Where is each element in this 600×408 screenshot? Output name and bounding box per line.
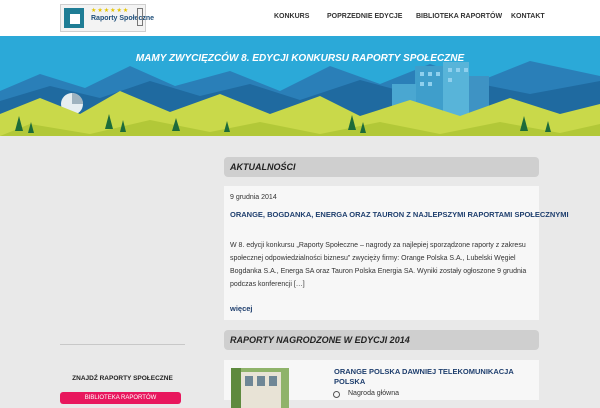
news-title-link[interactable]: ORANGE, BOGDANKA, ENERGA ORAZ TAURON Z N… [230, 210, 569, 219]
award-photo[interactable] [231, 368, 289, 408]
news-heading: AKTUALNOŚCI [224, 157, 539, 177]
banner-title: MAMY ZWYCIĘZCÓW 8. EDYCJI KONKURSU RAPOR… [135, 53, 465, 64]
award-medal-icon [333, 391, 340, 398]
nav-poprzednie-edycje[interactable]: POPRZEDNIE EDYCJE [327, 13, 402, 20]
news-date: 9 grudnia 2014 [230, 194, 277, 201]
report-library-button[interactable]: BIBLIOTEKA RAPORTÓW [60, 392, 181, 404]
award-label: Nagroda główna [348, 390, 399, 397]
news-excerpt: W 8. edycji konkursu „Raporty Społeczne … [230, 242, 527, 288]
site-logo[interactable]: ★★★★★★ Raporty Społeczne [60, 4, 154, 32]
site-header: ★★★★★★ Raporty Społeczne KONKURS POPRZED… [0, 0, 600, 36]
award-company-link[interactable]: ORANGE POLSKA DAWNIEJ TELEKOMUNIKACJA PO… [334, 367, 514, 387]
nav-kontakt[interactable]: KONTAKT [511, 13, 545, 20]
award-card: ORANGE POLSKA DAWNIEJ TELEKOMUNIKACJA PO… [224, 360, 539, 408]
logo-frame-icon [137, 8, 143, 26]
hero-banner: % MAMY ZWYCIĘZCÓW 8. EDYCJI KONKURSU RAP… [0, 36, 600, 136]
logo-mark-icon [64, 8, 84, 28]
read-more-link[interactable]: więcej [230, 304, 253, 313]
sidebar-title: ZNAJDŹ RAPORTY SPOŁECZNE [72, 375, 173, 382]
logo-stars: ★★★★★★ [91, 8, 130, 14]
awards-heading: RAPORTY NAGRODZONE W EDYCJI 2014 [224, 330, 539, 350]
sidebar-divider [60, 344, 185, 345]
nav-konkurs[interactable]: KONKURS [274, 13, 309, 20]
logo-text: Raporty Społeczne [91, 15, 155, 22]
nav-biblioteka-raportow[interactable]: BIBLIOTEKA RAPORTÓW [416, 13, 502, 20]
banner-illustration: % [0, 36, 600, 136]
news-card: 9 grudnia 2014 ORANGE, BOGDANKA, ENERGA … [224, 186, 569, 320]
